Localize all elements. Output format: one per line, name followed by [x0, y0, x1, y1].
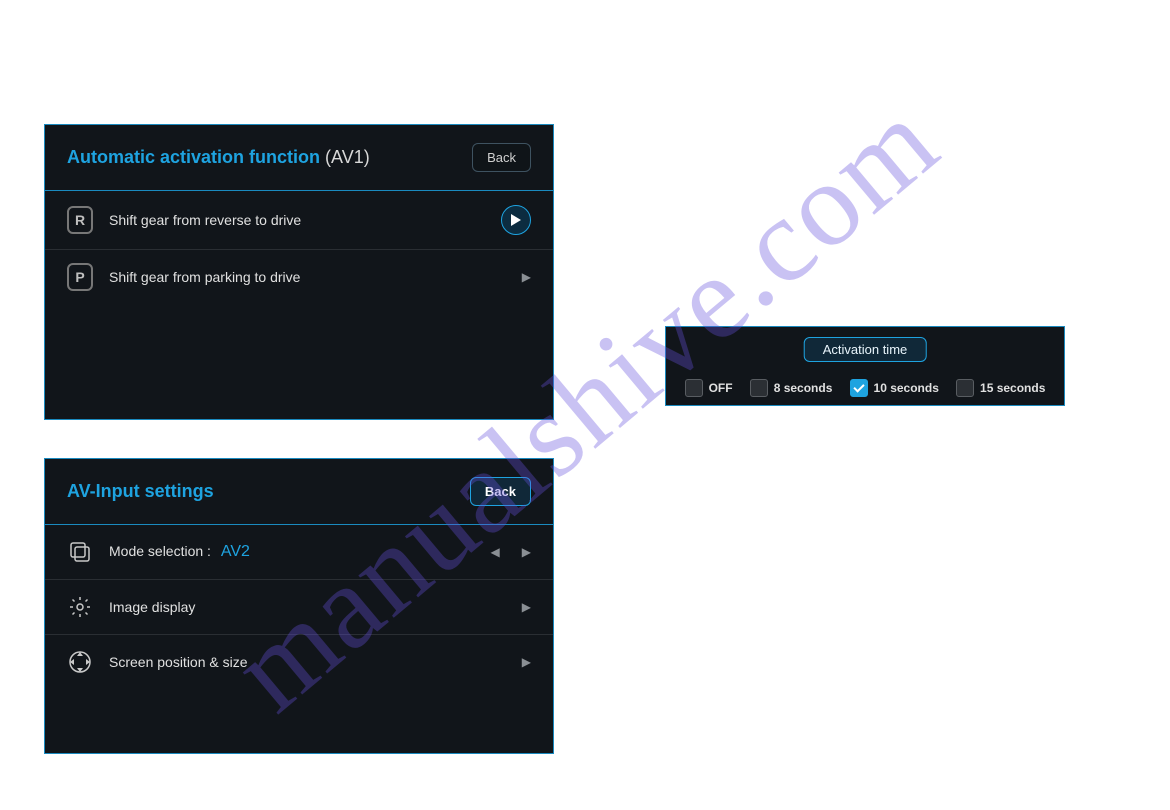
- row-label: Image display: [109, 599, 514, 615]
- option-label: OFF: [709, 381, 733, 395]
- mode-selection-value: AV2: [221, 543, 250, 560]
- checkbox-icon: [685, 379, 703, 397]
- row-image-display[interactable]: Image display ▶: [45, 580, 553, 635]
- gear-r-icon: R: [67, 207, 93, 233]
- option-label: 15 seconds: [980, 381, 1045, 395]
- row-mode-selection[interactable]: Mode selection : AV2 ◀ ▶: [45, 525, 553, 580]
- activation-time-panel: Activation time OFF 8 seconds 10 seconds…: [665, 326, 1065, 406]
- activation-time-title: Activation time: [804, 337, 927, 362]
- option-8-seconds[interactable]: 8 seconds: [750, 379, 833, 397]
- chevron-left-icon[interactable]: ◀: [491, 545, 500, 559]
- back-button[interactable]: Back: [472, 143, 531, 172]
- play-icon[interactable]: [501, 205, 531, 235]
- chevron-right-icon: ▶: [522, 270, 531, 284]
- option-off[interactable]: OFF: [685, 379, 733, 397]
- checkbox-icon: [750, 379, 768, 397]
- gear-p-icon: P: [67, 264, 93, 290]
- row-label: Screen position & size: [109, 654, 514, 670]
- title-accent: Automatic activation function: [67, 147, 320, 167]
- row-label: Mode selection : AV2: [109, 543, 483, 561]
- title-sub: (AV1): [325, 147, 370, 167]
- panel-header: AV-Input settings Back: [45, 459, 553, 525]
- panel-title: Automatic activation function (AV1): [67, 147, 370, 168]
- mode-selection-icon: [67, 539, 93, 565]
- option-15-seconds[interactable]: 15 seconds: [956, 379, 1045, 397]
- row-parking-to-drive[interactable]: P Shift gear from parking to drive ▶: [45, 250, 553, 304]
- brightness-icon: [67, 594, 93, 620]
- panel-header: Automatic activation function (AV1) Back: [45, 125, 553, 191]
- row-screen-position-size[interactable]: Screen position & size ▶: [45, 635, 553, 689]
- chevron-right-icon: ▶: [522, 600, 531, 614]
- back-button[interactable]: Back: [470, 477, 531, 506]
- chevron-right-icon[interactable]: ▶: [522, 545, 531, 559]
- chevron-right-icon: ▶: [522, 655, 531, 669]
- panel-title: AV-Input settings: [67, 481, 214, 502]
- automatic-activation-panel: Automatic activation function (AV1) Back…: [44, 124, 554, 420]
- checkbox-checked-icon: [850, 379, 868, 397]
- title-accent: AV-Input settings: [67, 481, 214, 501]
- checkbox-icon: [956, 379, 974, 397]
- option-label: 8 seconds: [774, 381, 833, 395]
- option-10-seconds[interactable]: 10 seconds: [850, 379, 939, 397]
- row-label: Shift gear from reverse to drive: [109, 212, 501, 228]
- row-label: Shift gear from parking to drive: [109, 269, 514, 285]
- move-arrows-icon: [67, 649, 93, 675]
- option-label: 10 seconds: [874, 381, 939, 395]
- row-reverse-to-drive[interactable]: R Shift gear from reverse to drive: [45, 191, 553, 250]
- activation-time-options: OFF 8 seconds 10 seconds 15 seconds: [666, 379, 1064, 397]
- av-input-settings-panel: AV-Input settings Back Mode selection : …: [44, 458, 554, 754]
